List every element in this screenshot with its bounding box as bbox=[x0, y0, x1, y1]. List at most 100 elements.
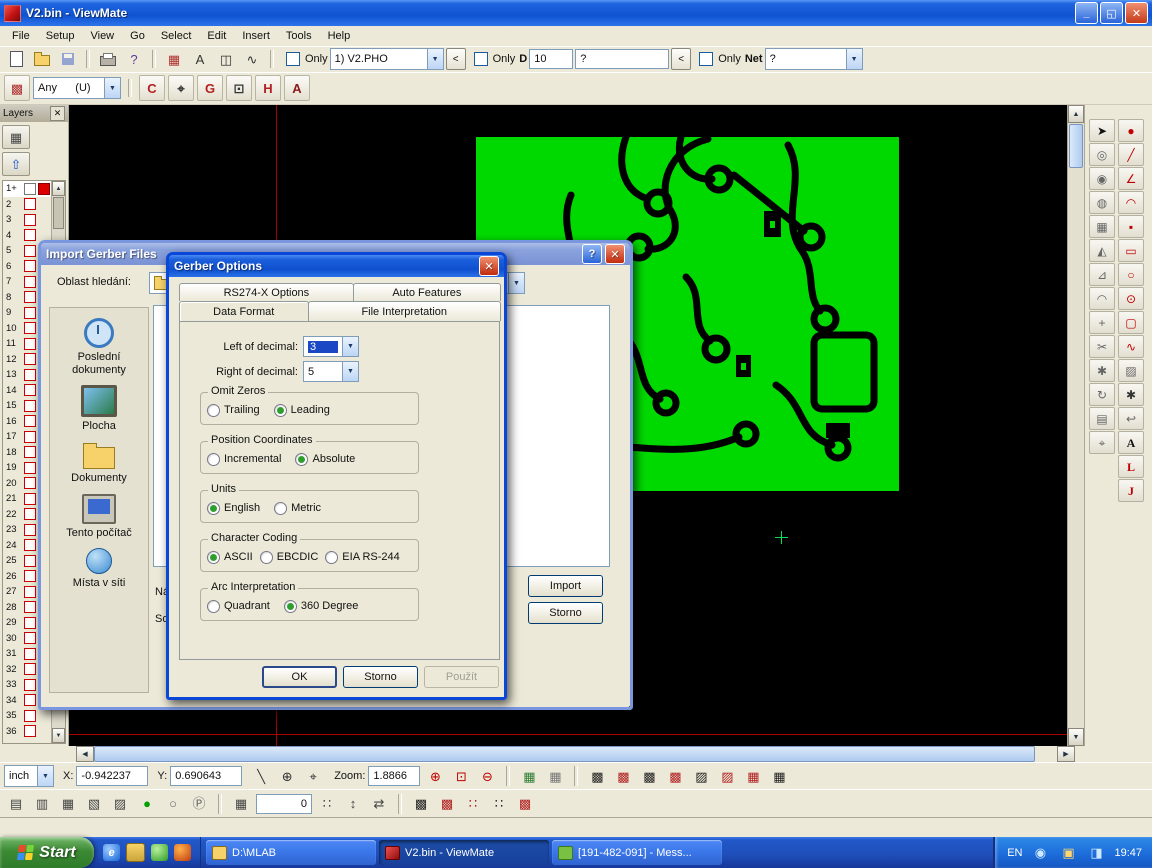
place-documents[interactable]: Dokumenty bbox=[54, 442, 144, 485]
menu-go[interactable]: Go bbox=[122, 28, 153, 44]
folders-icon[interactable] bbox=[126, 843, 145, 862]
menu-help[interactable]: Help bbox=[320, 28, 359, 44]
layer-visibility-chip[interactable] bbox=[24, 539, 36, 551]
radio-leading[interactable]: Leading bbox=[274, 404, 330, 417]
layer-color-chip[interactable] bbox=[38, 183, 50, 195]
select-any-combo[interactable]: Any (U) ▼ bbox=[33, 77, 121, 99]
move-origin-icon[interactable]: + bbox=[1089, 311, 1115, 334]
restore-button[interactable]: ◱ bbox=[1100, 2, 1123, 24]
scroll-track[interactable] bbox=[1068, 169, 1084, 728]
dcode-filter-field[interactable]: ? bbox=[575, 49, 669, 69]
grid-settings-icon[interactable]: ▦ bbox=[229, 793, 253, 815]
pad-stack-icon[interactable]: ◉ bbox=[1089, 167, 1115, 190]
taskbar-task[interactable]: V2.bin - ViewMate bbox=[379, 840, 549, 865]
tab-data-format[interactable]: Data Format bbox=[179, 301, 309, 321]
step-mode-2-icon[interactable]: ▥ bbox=[30, 793, 54, 815]
menu-insert[interactable]: Insert bbox=[234, 28, 278, 44]
dialog-close-icon[interactable]: ✕ bbox=[479, 256, 499, 276]
taskbar-clock[interactable]: 19:47 bbox=[1114, 847, 1142, 859]
layer-combo[interactable]: 1) V2.PHO ▼ bbox=[330, 48, 444, 70]
step-mode-4-icon[interactable]: ▧ bbox=[82, 793, 106, 815]
layer-visibility-chip[interactable] bbox=[24, 198, 36, 210]
layer-row[interactable]: 1+ bbox=[3, 181, 51, 197]
chevron-down-icon[interactable]: ▼ bbox=[508, 273, 524, 293]
language-indicator[interactable]: EN bbox=[1007, 847, 1022, 859]
menu-select[interactable]: Select bbox=[153, 28, 200, 44]
vertical-scrollbar[interactable]: ▲ ▼ bbox=[1067, 105, 1084, 746]
menu-setup[interactable]: Setup bbox=[38, 28, 83, 44]
zoom-in-icon[interactable]: ⊕ bbox=[423, 765, 447, 787]
menu-edit[interactable]: Edit bbox=[199, 28, 234, 44]
zoom-window-icon[interactable]: ⊡ bbox=[449, 765, 473, 787]
draw-pad-icon[interactable]: ● bbox=[1118, 119, 1144, 142]
trace-red-view-icon[interactable]: ▩ bbox=[663, 765, 687, 787]
layer-visibility-chip[interactable] bbox=[24, 570, 36, 582]
mirror-tool-icon[interactable]: ◭ bbox=[1089, 239, 1115, 262]
grid-snap-icon[interactable]: ▦ bbox=[543, 765, 567, 787]
layer-up-button-icon[interactable]: ⇧ bbox=[2, 152, 30, 176]
save-icon[interactable] bbox=[56, 48, 80, 70]
settings-gear-icon[interactable]: ✱ bbox=[1089, 359, 1115, 382]
apply-button[interactable]: Použít bbox=[424, 666, 499, 688]
grid-value-field[interactable]: 0 bbox=[256, 794, 312, 814]
anchor-icon[interactable]: ↕ bbox=[341, 793, 365, 815]
ie-icon[interactable]: e bbox=[103, 844, 120, 861]
pad-dark-view-icon[interactable]: ▩ bbox=[585, 765, 609, 787]
open-file-icon[interactable] bbox=[30, 48, 54, 70]
layer-visibility-chip[interactable] bbox=[24, 260, 36, 272]
mixed-mode-icon[interactable]: ▩ bbox=[513, 793, 537, 815]
layer-row[interactable]: 2 bbox=[3, 197, 51, 213]
gear-icon[interactable]: ✱ bbox=[1118, 383, 1144, 406]
layer-visibility-chip[interactable] bbox=[24, 446, 36, 458]
layer-visibility-chip[interactable] bbox=[24, 431, 36, 443]
place-recent-documents[interactable]: Poslední dokumenty bbox=[54, 318, 144, 376]
volume-icon[interactable]: ◨ bbox=[1084, 842, 1108, 864]
draw-polyline-icon[interactable]: ∿ bbox=[1118, 335, 1144, 358]
dialog-help-icon[interactable]: ? bbox=[582, 244, 602, 264]
start-button[interactable]: Start bbox=[0, 837, 94, 868]
draw-angle-icon[interactable]: ∠ bbox=[1118, 167, 1144, 190]
measure-line-icon[interactable]: ╲ bbox=[249, 765, 273, 787]
browser-icon[interactable] bbox=[174, 844, 191, 861]
layer-visibility-chip[interactable] bbox=[24, 369, 36, 381]
unit-select[interactable]: inch ▼ bbox=[4, 765, 54, 787]
arc-segment-icon[interactable]: ◠ bbox=[1089, 287, 1115, 310]
radio-ebcdic[interactable]: EBCDIC bbox=[260, 551, 319, 564]
right-of-decimal-select[interactable]: 5 ▼ bbox=[303, 361, 359, 382]
draw-square-pad-icon[interactable]: ▪ bbox=[1118, 215, 1144, 238]
layer-visibility-chip[interactable] bbox=[24, 694, 36, 706]
only-dcode-checkbox[interactable] bbox=[474, 52, 488, 66]
target-frame-tool-icon[interactable]: ⌖ bbox=[168, 75, 194, 101]
y-coordinate-field[interactable]: 0.690643 bbox=[170, 766, 242, 786]
chevron-down-icon[interactable]: ▼ bbox=[846, 49, 862, 69]
layer-visibility-chip[interactable] bbox=[24, 462, 36, 474]
radio-english[interactable]: English bbox=[207, 502, 260, 515]
net-highlight-icon[interactable]: ◍ bbox=[1089, 191, 1115, 214]
import-button[interactable]: Import bbox=[528, 575, 603, 597]
waveform-icon[interactable]: ∿ bbox=[240, 48, 264, 70]
tab-rs274-x-options[interactable]: RS274-X Options bbox=[179, 283, 354, 301]
taskbar-task[interactable]: D:\MLAB bbox=[206, 840, 376, 865]
only-layer-checkbox[interactable] bbox=[286, 52, 300, 66]
layer-visibility-chip[interactable] bbox=[24, 229, 36, 241]
ok-button[interactable]: OK bbox=[262, 666, 337, 688]
layer-visibility-chip[interactable] bbox=[24, 307, 36, 319]
layer-visibility-chip[interactable] bbox=[24, 353, 36, 365]
pad-red-view-icon[interactable]: ▩ bbox=[611, 765, 635, 787]
red-pad-mode-icon[interactable]: ▩ bbox=[435, 793, 459, 815]
scroll-up-icon[interactable]: ▲ bbox=[1068, 105, 1084, 123]
layer-visibility-chip[interactable] bbox=[24, 291, 36, 303]
cancel-button[interactable]: Storno bbox=[528, 602, 603, 624]
grid-on-icon[interactable]: ▦ bbox=[517, 765, 541, 787]
layer-visibility-chip[interactable] bbox=[24, 322, 36, 334]
chevron-down-icon[interactable]: ▼ bbox=[427, 49, 443, 69]
layer-visibility-chip[interactable] bbox=[24, 508, 36, 520]
layer-visibility-chip[interactable] bbox=[24, 493, 36, 505]
draw-slot-icon[interactable]: ▢ bbox=[1118, 311, 1144, 334]
new-file-icon[interactable] bbox=[4, 48, 28, 70]
layer-visibility-chip[interactable] bbox=[24, 555, 36, 567]
scroll-thumb[interactable] bbox=[1069, 124, 1083, 168]
layer-visibility-chip[interactable] bbox=[24, 524, 36, 536]
close-button[interactable]: ✕ bbox=[1125, 2, 1148, 24]
flash-dark-view-icon[interactable]: ▨ bbox=[689, 765, 713, 787]
